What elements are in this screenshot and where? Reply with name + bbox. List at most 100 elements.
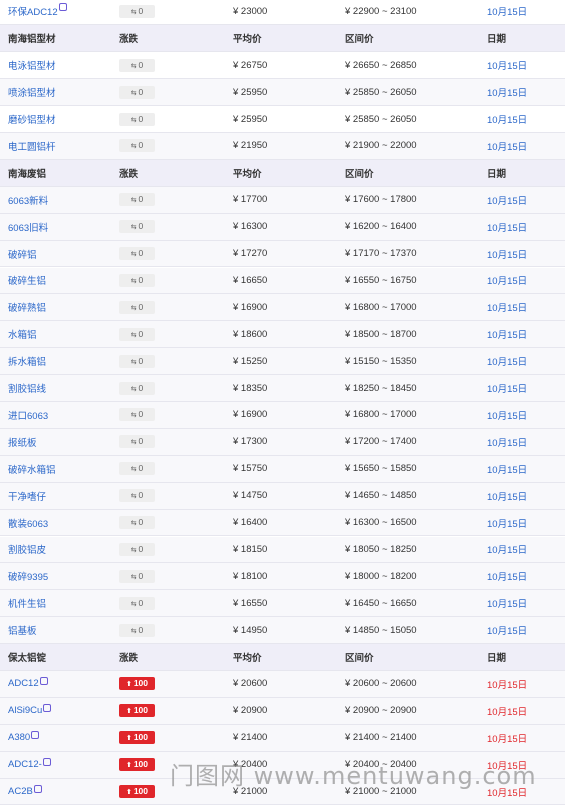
watermark: 门图网 www.mentuwang.com [170, 762, 537, 790]
product-link[interactable]: 进口6063 [8, 408, 48, 422]
avg-price: ¥ 16400 [233, 517, 268, 529]
table-row: 割胶铝线 ⇆ 0 ¥ 18350 ¥ 18250 ~ 18450 10月15日 [0, 375, 565, 402]
change-cell: ⬆ 100 [119, 731, 155, 745]
avg-price: ¥ 16900 [233, 409, 268, 421]
product-link[interactable]: 干净嗜仔 [8, 489, 46, 503]
product-link[interactable]: 散装6063 [8, 516, 48, 530]
date-value: 10月15日 [487, 410, 528, 422]
price-range: ¥ 18000 ~ 18200 [345, 570, 417, 582]
product-link[interactable]: 破碎铝 [8, 247, 37, 261]
change-value: 100 [133, 759, 148, 770]
date-value: 10月15日 [487, 7, 528, 19]
product-link[interactable]: AlSi9Cu [8, 704, 52, 716]
product-link[interactable]: 割胶铝皮 [8, 542, 46, 556]
change-badge: ⇆ 0 [119, 435, 155, 449]
tag-icon [58, 3, 67, 12]
avg-price: ¥ 20600 [233, 678, 268, 690]
product-link[interactable]: 破碎生铝 [8, 273, 46, 287]
section-title: 南海废铝 [8, 168, 47, 180]
avg-price: ¥ 23000 [233, 5, 268, 17]
avg-price: ¥ 25950 [233, 86, 268, 98]
product-link[interactable]: 6063旧料 [8, 220, 48, 234]
change-cell: ⇆ 0 [119, 569, 155, 583]
avg-price: ¥ 14750 [233, 490, 268, 502]
product-link[interactable]: 铝基板 [8, 623, 37, 637]
product-link[interactable]: 喷涂铝型材 [8, 85, 56, 99]
date-value: 10月15日 [487, 222, 528, 234]
product-link[interactable]: 破碎水箱铝 [8, 462, 56, 476]
change-value: 0 [138, 59, 144, 70]
table-row: 电工圆铝杆 ⇆ 0 ¥ 21950 ¥ 21900 ~ 22000 10月15日 [0, 133, 565, 160]
change-badge: ⬆ 100 [119, 731, 155, 745]
swap-icon: ⇆ [130, 277, 139, 285]
column-header-date: 日期 [487, 653, 507, 665]
table-row: 破碎水箱铝 ⇆ 0 ¥ 15750 ¥ 15650 ~ 15850 10月15日 [0, 455, 565, 483]
change-badge: ⇆ 0 [119, 58, 155, 72]
product-link[interactable]: ADC12- [8, 758, 51, 770]
date-value: 10月15日 [487, 249, 528, 261]
product-link[interactable]: 6063新料 [8, 193, 48, 207]
table-row: 破碎铝 ⇆ 0 ¥ 17270 ¥ 17170 ~ 17370 10月15日 [0, 240, 565, 268]
product-link[interactable]: 报纸板 [8, 435, 37, 449]
date-value: 10月15日 [487, 61, 528, 73]
date-value: 10月15日 [487, 599, 528, 611]
table-row: 喷涂铝型材 ⇆ 0 ¥ 25950 ¥ 25850 ~ 26050 10月15日 [0, 79, 565, 107]
table-row: 破碎9395 ⇆ 0 ¥ 18100 ¥ 18000 ~ 18200 10月15日 [0, 563, 565, 591]
change-value: 0 [138, 274, 144, 285]
product-link[interactable]: 机件生铝 [8, 596, 46, 610]
section-title: 保太铝锭 [8, 653, 47, 665]
product-link[interactable]: 破碎熟铝 [8, 300, 46, 314]
change-value: 0 [138, 113, 144, 124]
product-link[interactable]: 水箱铝 [8, 327, 37, 341]
table-row: 报纸板 ⇆ 0 ¥ 17300 ¥ 17200 ~ 17400 10月15日 [0, 428, 565, 456]
swap-icon: ⇆ [130, 573, 139, 581]
product-link[interactable]: ADC12 [8, 677, 48, 689]
change-cell: ⇆ 0 [119, 4, 155, 18]
product-link[interactable]: 电泳铝型材 [8, 58, 56, 72]
change-value: 0 [138, 301, 144, 312]
price-range: ¥ 26650 ~ 26850 [345, 59, 417, 71]
tag-icon [43, 704, 52, 713]
product-link[interactable]: AC2B [8, 785, 42, 797]
table-row: 机件生铝 ⇆ 0 ¥ 16550 ¥ 16450 ~ 16650 10月15日 [0, 590, 565, 618]
date-value: 10月15日 [487, 330, 528, 342]
column-header-range: 区间价 [345, 34, 374, 46]
price-range: ¥ 14850 ~ 15050 [345, 624, 417, 636]
avg-price: ¥ 17270 [233, 248, 268, 260]
product-link[interactable]: 磨砂铝型材 [8, 112, 56, 126]
up-arrow-icon: ⬆ [126, 681, 134, 689]
table-row: 割胶铝皮 ⇆ 0 ¥ 18150 ¥ 18050 ~ 18250 10月15日 [0, 536, 565, 564]
date-value: 10月15日 [487, 679, 528, 691]
change-badge: ⇆ 0 [119, 408, 155, 422]
product-link[interactable]: 拆水箱铝 [8, 354, 46, 368]
product-link[interactable]: 割胶铝线 [8, 381, 46, 395]
column-header-range: 区间价 [345, 168, 374, 180]
swap-icon: ⇆ [130, 520, 139, 528]
price-range: ¥ 25850 ~ 26050 [345, 86, 417, 98]
change-badge: ⇆ 0 [119, 489, 155, 503]
change-cell: ⇆ 0 [119, 327, 155, 341]
swap-icon: ⇆ [130, 546, 139, 554]
tag-icon [42, 758, 51, 767]
change-badge: ⇆ 0 [119, 193, 155, 207]
avg-price: ¥ 15750 [233, 463, 268, 475]
change-cell: ⇆ 0 [119, 381, 155, 395]
change-value: 0 [138, 86, 144, 97]
avg-price: ¥ 15250 [233, 355, 268, 367]
tag-icon [33, 785, 42, 794]
change-cell: ⇆ 0 [119, 273, 155, 287]
change-value: 0 [138, 221, 144, 232]
product-link[interactable]: 环保ADC12 [8, 3, 67, 18]
change-value: 100 [133, 705, 148, 716]
change-badge: ⇆ 0 [119, 139, 155, 153]
change-value: 0 [138, 328, 144, 339]
change-value: 100 [133, 732, 148, 743]
swap-icon: ⇆ [130, 493, 139, 501]
product-link[interactable]: A380 [8, 731, 40, 743]
swap-icon: ⇆ [130, 466, 139, 474]
column-header-avg: 平均价 [233, 168, 262, 180]
product-link[interactable]: 电工圆铝杆 [8, 139, 56, 153]
price-range: ¥ 18500 ~ 18700 [345, 328, 417, 340]
product-link[interactable]: 破碎9395 [8, 569, 48, 583]
change-value: 0 [138, 140, 144, 151]
